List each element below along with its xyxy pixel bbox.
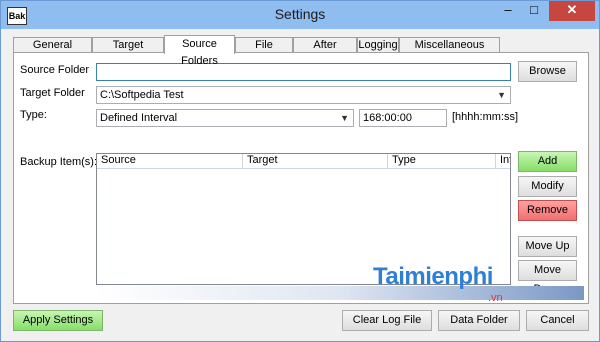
column-header-target[interactable]: Target (243, 154, 388, 168)
minimize-button[interactable]: – (495, 1, 521, 21)
move-up-button[interactable]: Move Up (518, 236, 577, 257)
interval-format-hint: [hhhh:mm:ss] (452, 111, 519, 123)
move-down-button[interactable]: Move Down (518, 260, 577, 295)
tab-file-filtering[interactable]: File Filtering (235, 37, 293, 66)
target-folder-combo[interactable]: C:\Softpedia Test ▼ (96, 86, 511, 104)
tab-logging[interactable]: Logging (357, 37, 399, 53)
target-folder-label: Target Folder (20, 87, 85, 99)
list-header-divider (97, 168, 510, 169)
browse-button[interactable]: Browse (518, 61, 577, 82)
watermark-logo-suffix: .vn (488, 292, 503, 304)
data-folder-button[interactable]: Data Folder (438, 310, 520, 331)
interval-input[interactable]: 168:00:00 (359, 109, 447, 127)
watermark-logo: Taimienphi (373, 263, 493, 290)
source-folder-label: Source Folder (20, 64, 90, 76)
tab-miscellaneous-settings[interactable]: Miscellaneous Settings (399, 37, 500, 66)
column-header-type[interactable]: Type (388, 154, 496, 168)
source-folder-input[interactable] (96, 63, 511, 81)
close-button[interactable]: ✕ (549, 1, 595, 21)
cancel-button[interactable]: Cancel (526, 310, 589, 331)
settings-window: Bak Settings – □ ✕ General Settings Targ… (0, 0, 600, 342)
maximize-button[interactable]: □ (521, 1, 547, 21)
type-label: Type: (20, 109, 47, 121)
target-folder-value: C:\Softpedia Test (100, 89, 184, 101)
column-header-source[interactable]: Source (97, 154, 243, 168)
title-bar: Bak Settings – □ ✕ (1, 1, 599, 29)
clear-log-file-button[interactable]: Clear Log File (342, 310, 432, 331)
decorative-gradient-strip (96, 286, 584, 300)
tab-source-folders[interactable]: Source Folders (164, 35, 235, 67)
tab-after-backup[interactable]: After Backup (293, 37, 357, 66)
chevron-down-icon[interactable]: ▼ (340, 110, 349, 126)
add-button[interactable]: Add (518, 151, 577, 172)
tab-target-folders[interactable]: Target Folders (92, 37, 164, 66)
apply-settings-button[interactable]: Apply Settings (13, 310, 103, 331)
tab-general-settings[interactable]: General Settings (13, 37, 92, 66)
remove-button[interactable]: Remove (518, 200, 577, 221)
modify-button[interactable]: Modify (518, 176, 577, 197)
column-header-interval[interactable]: Int (496, 154, 510, 168)
chevron-down-icon[interactable]: ▼ (497, 87, 506, 103)
type-value: Defined Interval (100, 112, 178, 124)
backup-items-label: Backup Item(s): (20, 156, 98, 168)
type-combo[interactable]: Defined Interval ▼ (96, 109, 354, 127)
